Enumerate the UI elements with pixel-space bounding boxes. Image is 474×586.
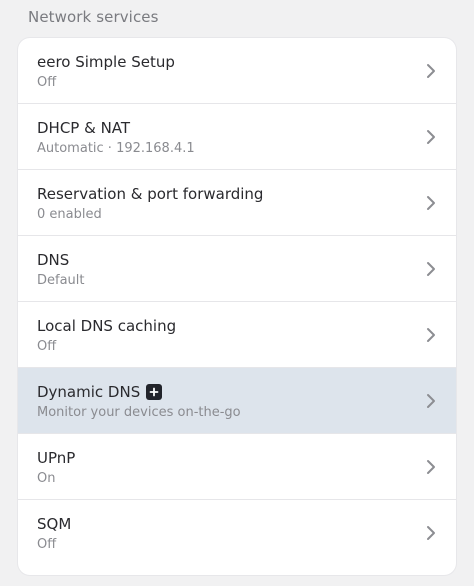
chevron-right-icon: [427, 196, 435, 210]
list-item-subtitle: Monitor your devices on-the-go: [37, 405, 241, 420]
chevron-right-icon: [427, 328, 435, 342]
chevron-right-icon: [427, 64, 435, 78]
list-item-title: DNS: [37, 251, 70, 269]
plus-icon: [146, 384, 163, 400]
chevron-right-icon: [427, 394, 435, 408]
section-title: Network services: [28, 8, 159, 26]
list-item-subtitle: Off: [37, 75, 57, 90]
list-item-eero-simple-setup[interactable]: eero Simple Setup Off: [18, 38, 456, 104]
network-services-list: eero Simple Setup Off DHCP & NAT Automat…: [18, 38, 456, 575]
list-item-title-wrap: Dynamic DNS: [37, 383, 163, 401]
list-item-sqm[interactable]: SQM Off: [18, 500, 456, 569]
list-item-title: Reservation & port forwarding: [37, 185, 264, 203]
list-item-title: SQM: [37, 515, 72, 533]
list-item-title: Dynamic DNS: [37, 383, 141, 401]
list-item-dhcp-nat[interactable]: DHCP & NAT Automatic · 192.168.4.1: [18, 104, 456, 170]
list-item-upnp[interactable]: UPnP On: [18, 434, 456, 500]
list-item-subtitle: Off: [37, 339, 57, 354]
list-item-title: eero Simple Setup: [37, 53, 175, 71]
list-item-subtitle: On: [37, 471, 56, 486]
chevron-right-icon: [427, 262, 435, 276]
list-item-subtitle: Off: [37, 537, 57, 552]
list-item-subtitle: Automatic · 192.168.4.1: [37, 141, 195, 156]
list-item-subtitle: 0 enabled: [37, 207, 102, 222]
chevron-right-icon: [427, 460, 435, 474]
list-item-title: UPnP: [37, 449, 76, 467]
list-item-reservation-port-forwarding[interactable]: Reservation & port forwarding 0 enabled: [18, 170, 456, 236]
list-item-subtitle: Default: [37, 273, 85, 288]
list-item-dynamic-dns[interactable]: Dynamic DNS Monitor your devices on-the-…: [18, 368, 456, 434]
list-item-dns[interactable]: DNS Default: [18, 236, 456, 302]
list-item-title: Local DNS caching: [37, 317, 177, 335]
chevron-right-icon: [427, 526, 435, 540]
chevron-right-icon: [427, 130, 435, 144]
list-item-local-dns-caching[interactable]: Local DNS caching Off: [18, 302, 456, 368]
list-item-title: DHCP & NAT: [37, 119, 131, 137]
